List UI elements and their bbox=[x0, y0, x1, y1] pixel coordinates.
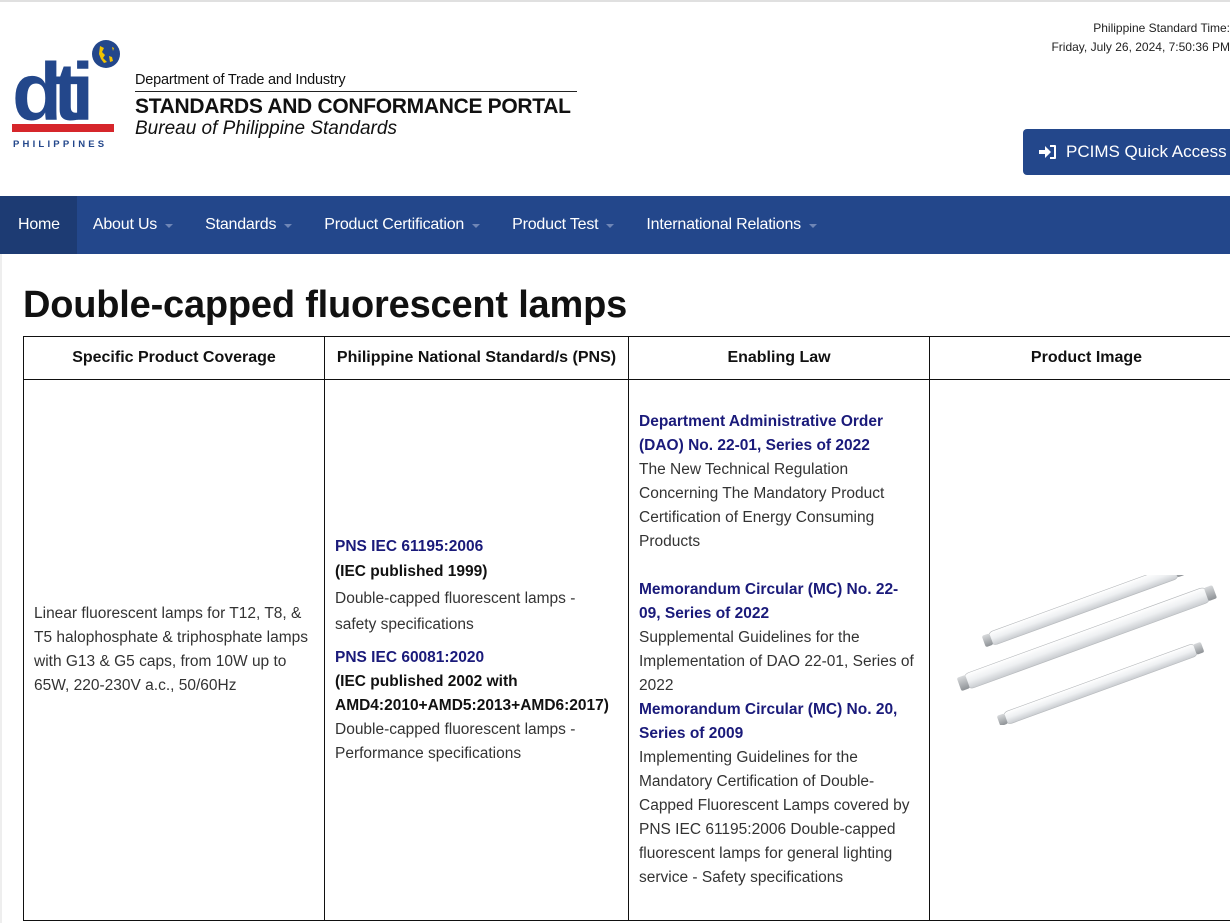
nav-product-test-label: Product Test bbox=[512, 216, 599, 233]
caret-down-icon bbox=[809, 224, 817, 228]
nav-international-relations-label: International Relations bbox=[646, 216, 801, 233]
nav-standards-label: Standards bbox=[205, 216, 277, 233]
sign-in-icon bbox=[1039, 145, 1056, 159]
law-description: Implementing Guidelines for the Mandator… bbox=[639, 749, 910, 886]
pns-code-link[interactable]: PNS IEC 61195:2006 bbox=[335, 535, 618, 559]
caret-down-icon bbox=[606, 224, 615, 228]
pns-description: Double-capped fluorescent lamps - Perfor… bbox=[335, 720, 576, 762]
bureau-name: Bureau of Philippine Standards bbox=[135, 118, 397, 139]
current-datetime: Friday, July 26, 2024, 7:50:36 PM bbox=[1051, 40, 1230, 54]
header-product-coverage: Specific Product Coverage bbox=[23, 336, 325, 380]
time-label: Philippine Standard Time: bbox=[1093, 21, 1230, 35]
product-coverage-text: Linear fluorescent lamps for T12, T8, & … bbox=[34, 605, 309, 694]
header-pns: Philippine National Standard/s (PNS) bbox=[324, 336, 629, 380]
law-description: Supplemental Guidelines for the Implemen… bbox=[639, 629, 914, 694]
nav-international-relations[interactable]: International Relations bbox=[630, 196, 833, 254]
nav-about-us[interactable]: About Us bbox=[77, 196, 189, 254]
caret-down-icon bbox=[472, 224, 481, 228]
nav-standards[interactable]: Standards bbox=[189, 196, 308, 254]
caret-down-icon bbox=[284, 224, 293, 228]
pns-code-link[interactable]: PNS IEC 60081:2020 bbox=[335, 646, 618, 670]
law-title-link[interactable]: Memorandum Circular (MC) No. 20, Series … bbox=[639, 698, 919, 746]
product-coverage-table: Specific Product Coverage Philippine Nat… bbox=[23, 336, 1230, 921]
page-left-border bbox=[0, 254, 2, 923]
nav-about-us-label: About Us bbox=[92, 216, 158, 233]
pcims-quick-access-label: PCIMS Quick Access bbox=[1066, 142, 1227, 161]
site-header: dti PHILIPPINES Department of Trade and … bbox=[0, 0, 1230, 196]
pns-cell: PNS IEC 61195:2006 (IEC published 1999) … bbox=[324, 379, 629, 921]
nav-product-certification-label: Product Certification bbox=[324, 216, 465, 233]
main-nav: Home About Us Standards Product Certific… bbox=[0, 196, 1230, 254]
nav-home-label: Home bbox=[18, 216, 60, 233]
pns-description: Double-capped fluorescent lamps - safety… bbox=[335, 589, 576, 633]
dti-logo[interactable]: dti PHILIPPINES bbox=[12, 38, 124, 150]
fluorescent-lamps-image bbox=[956, 575, 1217, 725]
header-product-image: Product Image bbox=[929, 336, 1230, 380]
law-title-link[interactable]: Memorandum Circular (MC) No. 22-09, Seri… bbox=[639, 578, 919, 626]
nav-product-certification[interactable]: Product Certification bbox=[308, 196, 496, 254]
header-enabling-law: Enabling Law bbox=[628, 336, 930, 380]
product-coverage-cell: Linear fluorescent lamps for T12, T8, & … bbox=[23, 379, 325, 921]
logo-country: PHILIPPINES bbox=[13, 139, 107, 150]
caret-down-icon bbox=[165, 224, 174, 228]
table-header-row: Specific Product Coverage Philippine Nat… bbox=[23, 336, 1230, 380]
portal-name: STANDARDS AND CONFORMANCE PORTAL bbox=[135, 95, 571, 118]
pcims-quick-access-button[interactable]: PCIMS Quick Access bbox=[1023, 129, 1230, 175]
department-name: Department of Trade and Industry bbox=[135, 72, 346, 88]
page-title: Double-capped fluorescent lamps bbox=[23, 284, 628, 326]
nav-product-test[interactable]: Product Test bbox=[496, 196, 630, 254]
table-row: Linear fluorescent lamps for T12, T8, & … bbox=[23, 379, 1230, 921]
product-image-cell bbox=[929, 379, 1230, 921]
pns-published-note: (IEC published 1999) bbox=[335, 562, 488, 580]
law-title-link[interactable]: Department Administrative Order (DAO) No… bbox=[639, 410, 919, 458]
header-divider bbox=[135, 91, 577, 92]
nav-home[interactable]: Home bbox=[0, 196, 77, 254]
pns-published-note: (IEC published 2002 with AMD4:2010+AMD5:… bbox=[335, 672, 609, 714]
law-description: The New Technical Regulation Concerning … bbox=[639, 461, 885, 550]
enabling-law-cell: Department Administrative Order (DAO) No… bbox=[628, 379, 930, 921]
